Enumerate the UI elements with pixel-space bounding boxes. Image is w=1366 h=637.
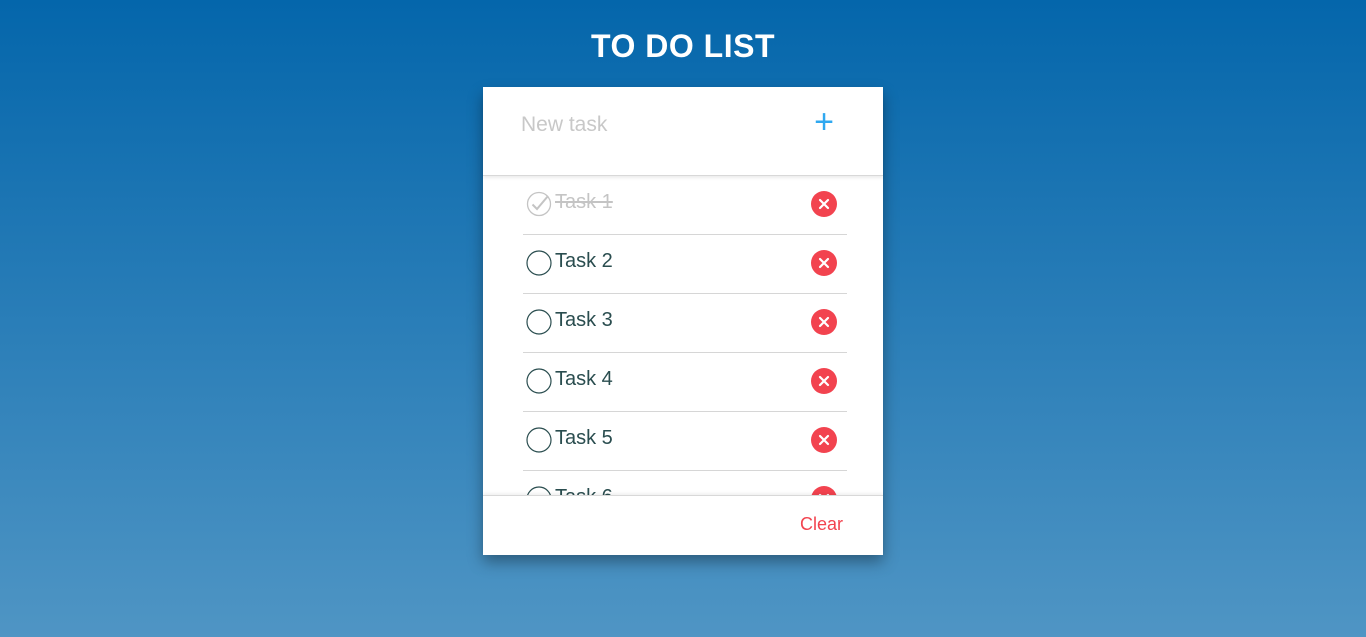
new-task-input[interactable] <box>519 109 783 141</box>
task-item: Task 6 <box>523 471 847 495</box>
task-label: Task 2 <box>555 250 613 272</box>
check-circle-icon[interactable] <box>526 191 552 217</box>
circle-outline-icon[interactable] <box>526 309 552 335</box>
new-task-bar: + <box>483 87 883 176</box>
delete-task-icon[interactable] <box>811 309 837 335</box>
circle-outline-icon[interactable] <box>526 427 552 453</box>
task-label: Task 3 <box>555 309 613 331</box>
task-item: Task 1 <box>523 176 847 235</box>
add-task-button[interactable]: + <box>807 105 841 139</box>
task-list: Task 1 Task 2 Task 3 Task 4 Task 5 <box>523 176 847 495</box>
page-title: TO DO LIST <box>591 28 775 64</box>
todo-card: + Task 1 Task 2 <box>483 87 883 555</box>
task-label: Task 5 <box>555 427 613 449</box>
clear-button[interactable]: Clear <box>800 514 843 535</box>
delete-task-icon[interactable] <box>811 427 837 453</box>
delete-task-icon[interactable] <box>811 250 837 276</box>
task-item: Task 3 <box>523 294 847 353</box>
circle-outline-icon[interactable] <box>526 486 552 495</box>
task-item: Task 4 <box>523 353 847 412</box>
task-label: Task 4 <box>555 368 613 390</box>
task-label: Task 1 <box>555 191 613 213</box>
task-list-container[interactable]: Task 1 Task 2 Task 3 Task 4 Task 5 <box>483 176 883 495</box>
circle-outline-icon[interactable] <box>526 250 552 276</box>
task-item: Task 2 <box>523 235 847 294</box>
card-footer: Clear <box>483 495 883 555</box>
delete-task-icon[interactable] <box>811 191 837 217</box>
delete-task-icon[interactable] <box>811 486 837 495</box>
circle-outline-icon[interactable] <box>526 368 552 394</box>
delete-task-icon[interactable] <box>811 368 837 394</box>
task-item: Task 5 <box>523 412 847 471</box>
task-label: Task 6 <box>555 486 613 495</box>
